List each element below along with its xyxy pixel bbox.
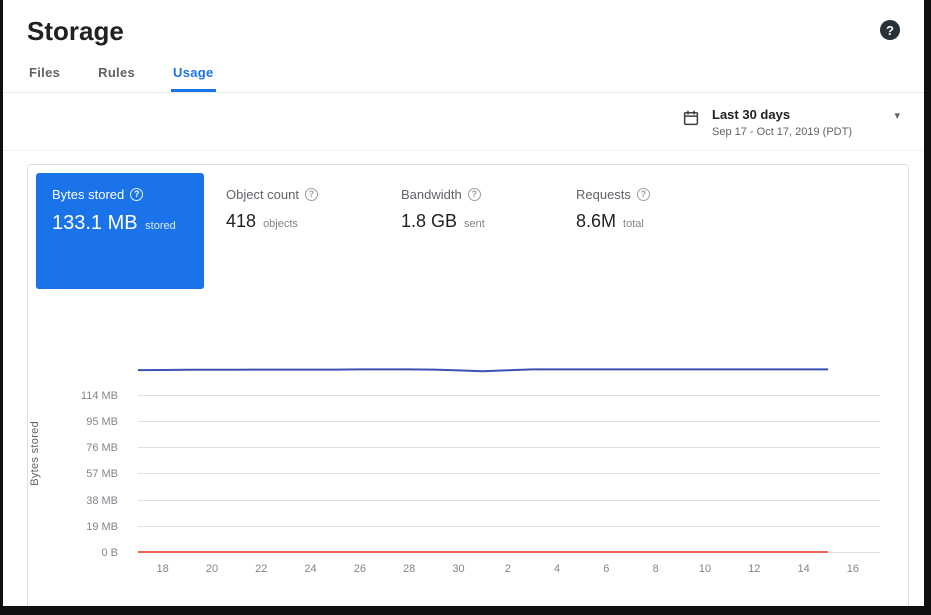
x-axis-labels: 18202224262830246810121416 — [138, 553, 880, 579]
y-tick-label: 76 MB — [86, 442, 118, 454]
y-tick-label: 19 MB — [86, 521, 118, 533]
x-tick-label: 10 — [699, 563, 711, 575]
metric-help-icon: ? — [130, 188, 143, 201]
plot-area: 114 MB95 MB76 MB57 MB38 MB19 MB0 B — [138, 353, 880, 553]
page-header: Storage ? — [3, 0, 924, 47]
x-tick-label: 20 — [206, 563, 218, 575]
metric-unit: total — [623, 218, 644, 230]
metric-value-row: 418 objects — [226, 211, 401, 232]
metric-help-icon: ? — [637, 188, 650, 201]
tab-rules[interactable]: Rules — [96, 57, 137, 92]
date-range-label: Last 30 days — [712, 107, 882, 122]
x-tick-label: 16 — [847, 563, 859, 575]
metric-title: Bandwidth — [401, 187, 462, 202]
metric-help-icon: ? — [305, 188, 318, 201]
x-tick-label: 24 — [304, 563, 316, 575]
y-axis-labels: 114 MB95 MB76 MB57 MB38 MB19 MB0 B — [42, 353, 128, 553]
metric-title-row: Requests ? — [576, 187, 751, 202]
help-button[interactable]: ? — [880, 20, 900, 40]
x-tick-label: 4 — [554, 563, 560, 575]
x-tick-label: 14 — [797, 563, 809, 575]
y-tick-label: 0 B — [101, 547, 118, 559]
tab-bar: Files Rules Usage — [3, 47, 924, 93]
metrics-row: Bytes stored ? 133.1 MB stored Object co… — [28, 165, 908, 297]
caret-down-icon: ▾ — [894, 109, 900, 122]
tab-usage[interactable]: Usage — [171, 57, 216, 92]
date-range-text: Last 30 days Sep 17 - Oct 17, 2019 (PDT) — [712, 107, 882, 138]
metric-value-row: 8.6M total — [576, 211, 751, 232]
metric-value-row: 1.8 GB sent — [401, 211, 576, 232]
x-tick-label: 22 — [255, 563, 267, 575]
metric-title: Requests — [576, 187, 631, 202]
y-tick-label: 95 MB — [86, 416, 118, 428]
metric-unit: sent — [464, 218, 485, 230]
x-tick-label: 6 — [603, 563, 609, 575]
x-tick-label: 30 — [452, 563, 464, 575]
series-line-bytes-stored — [138, 369, 828, 371]
x-tick-label: 2 — [505, 563, 511, 575]
chart-lines-svg — [138, 353, 880, 553]
tab-files[interactable]: Files — [27, 57, 62, 92]
metric-card-bandwidth[interactable]: Bandwidth ? 1.8 GB sent — [401, 173, 576, 232]
metric-value: 1.8 GB — [401, 211, 457, 231]
metric-title-row: Bytes stored ? — [52, 187, 188, 202]
x-tick-label: 18 — [157, 563, 169, 575]
metric-title-row: Object count ? — [226, 187, 401, 202]
metric-card-object-count[interactable]: Object count ? 418 objects — [226, 173, 401, 232]
metric-value: 133.1 MB — [52, 212, 138, 234]
y-tick-label: 57 MB — [86, 468, 118, 480]
y-axis-title: Bytes stored — [29, 421, 41, 486]
metric-card-requests[interactable]: Requests ? 8.6M total — [576, 173, 751, 232]
date-range-selector[interactable]: Last 30 days Sep 17 - Oct 17, 2019 (PDT)… — [682, 107, 900, 138]
y-tick-label: 114 MB — [81, 390, 118, 402]
usage-chart: Bytes stored 114 MB95 MB76 MB57 MB38 MB1… — [138, 353, 880, 579]
calendar-icon — [682, 109, 700, 127]
usage-card: Bytes stored ? 133.1 MB stored Object co… — [27, 164, 909, 610]
app-window: Storage ? Files Rules Usage Last 30 days… — [0, 0, 931, 615]
date-range-detail: Sep 17 - Oct 17, 2019 (PDT) — [712, 126, 882, 138]
metric-title: Object count — [226, 187, 299, 202]
metric-unit: objects — [263, 218, 298, 230]
help-icon: ? — [886, 23, 894, 38]
toolbar: Last 30 days Sep 17 - Oct 17, 2019 (PDT)… — [3, 93, 924, 151]
y-tick-label: 38 MB — [86, 495, 118, 507]
metric-title: Bytes stored — [52, 187, 124, 202]
metric-title-row: Bandwidth ? — [401, 187, 576, 202]
metric-unit: stored — [145, 220, 176, 232]
x-tick-label: 8 — [653, 563, 659, 575]
x-tick-label: 28 — [403, 563, 415, 575]
page-title: Storage — [27, 16, 124, 47]
metric-value: 418 — [226, 211, 256, 231]
y-axis-title-wrap: Bytes stored — [28, 353, 42, 553]
x-tick-label: 26 — [354, 563, 366, 575]
metric-value-row: 133.1 MB stored — [52, 212, 188, 235]
x-tick-label: 12 — [748, 563, 760, 575]
metric-card-bytes-stored[interactable]: Bytes stored ? 133.1 MB stored — [36, 173, 204, 289]
metric-value: 8.6M — [576, 211, 616, 231]
metric-help-icon: ? — [468, 188, 481, 201]
